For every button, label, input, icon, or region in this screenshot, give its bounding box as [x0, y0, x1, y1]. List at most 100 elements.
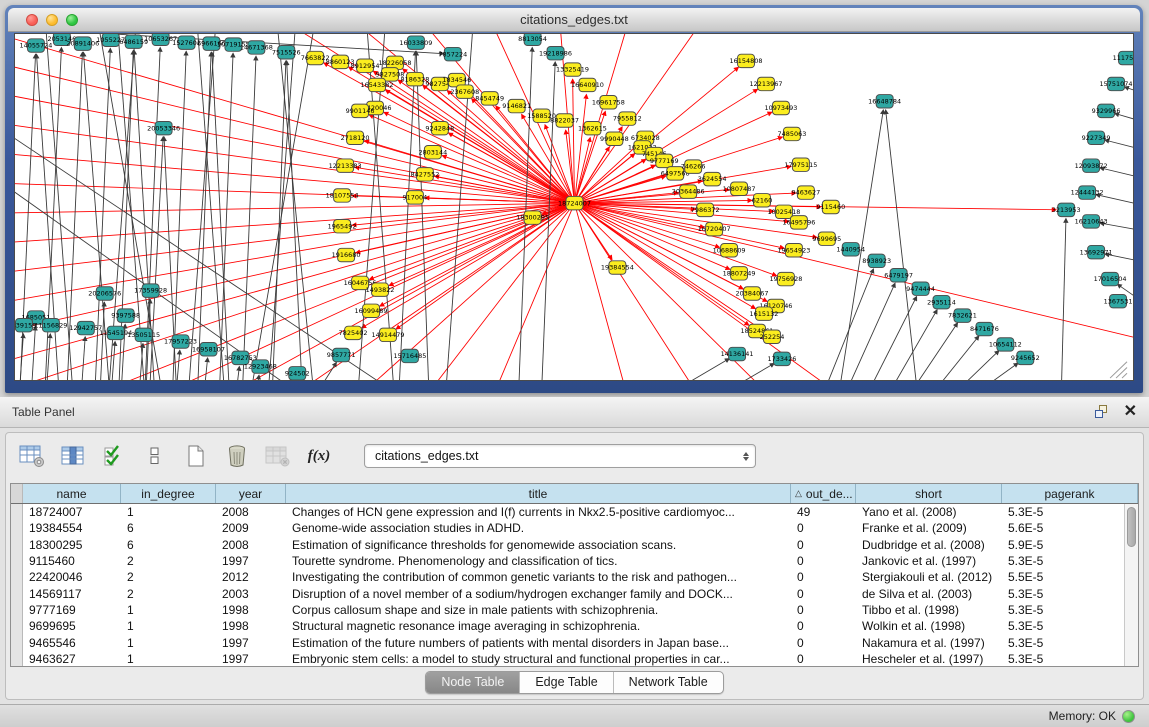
- table-row[interactable]: 946362711997Embryonic stem cells: a mode…: [11, 651, 1138, 666]
- column-header-year[interactable]: year: [216, 484, 286, 503]
- table-row[interactable]: 977716911998Corpus callosum shape and si…: [11, 602, 1138, 618]
- delete-button[interactable]: [223, 443, 251, 469]
- resize-grip[interactable]: [1116, 368, 1127, 379]
- network-node[interactable]: 9463627: [791, 186, 820, 199]
- column-header-name[interactable]: name: [23, 484, 121, 503]
- table-scrollbar-thumb[interactable]: [1127, 507, 1136, 547]
- select-attributes-button[interactable]: [100, 443, 128, 469]
- network-node[interactable]: 9397588: [111, 309, 140, 322]
- network-node[interactable]: 12093872: [1075, 159, 1108, 172]
- network-node[interactable]: 10807487: [723, 182, 756, 195]
- network-node[interactable]: 19756928: [769, 272, 802, 285]
- network-node[interactable]: 8813054: [518, 34, 547, 46]
- resize-grip[interactable]: [1122, 373, 1127, 378]
- column-header-pagerank[interactable]: pagerank: [1002, 484, 1138, 503]
- tab-node-table[interactable]: Node Table: [426, 672, 520, 693]
- network-node[interactable]: 1965492: [328, 219, 357, 232]
- network-node[interactable]: 14136141: [721, 347, 754, 360]
- table-row[interactable]: 969969511998Structural magnetic resonanc…: [11, 618, 1138, 634]
- network-node[interactable]: 16640910: [571, 78, 604, 91]
- network-node[interactable]: 9990448: [600, 132, 629, 145]
- network-node[interactable]: 16210643: [1075, 215, 1108, 228]
- network-node[interactable]: 12444132: [1071, 186, 1104, 199]
- network-node[interactable]: 9146821: [502, 99, 531, 112]
- network-node[interactable]: 19654923: [777, 244, 810, 257]
- network-node[interactable]: 1117504: [1113, 51, 1133, 64]
- table-settings-button[interactable]: [18, 443, 46, 469]
- network-node[interactable]: 9857771: [327, 348, 356, 361]
- network-node[interactable]: 7515526: [272, 46, 301, 59]
- table-scrollbar[interactable]: [1124, 504, 1138, 666]
- network-node[interactable]: 9115460: [816, 200, 845, 213]
- network-node[interactable]: 10973493: [764, 101, 797, 114]
- network-node[interactable]: 3213953: [1052, 203, 1081, 216]
- function-builder-button[interactable]: f(x): [305, 443, 333, 469]
- network-node[interactable]: 17359928: [134, 284, 167, 297]
- network-node[interactable]: 18107554: [326, 189, 359, 202]
- network-node[interactable]: 15751074: [1100, 77, 1133, 90]
- tab-network-table[interactable]: Network Table: [614, 672, 723, 693]
- network-node[interactable]: 19384554: [601, 261, 634, 274]
- network-node[interactable]: 7832621: [948, 309, 977, 322]
- network-node[interactable]: 13692971: [1080, 245, 1113, 258]
- network-node[interactable]: 9699695: [812, 232, 841, 245]
- network-node[interactable]: 20053346: [147, 121, 180, 134]
- network-node[interactable]: 16648784: [868, 95, 901, 108]
- column-header-out-degree[interactable]: △ out_de...: [791, 484, 856, 503]
- network-node[interactable]: 62160: [752, 194, 773, 207]
- network-node[interactable]: 12213383: [329, 159, 362, 172]
- network-node[interactable]: 7485063: [777, 127, 806, 140]
- tab-edge-table[interactable]: Edge Table: [520, 672, 613, 693]
- network-node[interactable]: 10654112: [989, 338, 1022, 351]
- column-header-in-degree[interactable]: in_degree: [121, 484, 216, 503]
- network-node[interactable]: 1916680: [332, 248, 361, 261]
- network-node[interactable]: 9245652: [1011, 351, 1040, 364]
- network-node[interactable]: 3624554: [698, 172, 727, 185]
- network-node[interactable]: 14914479: [372, 328, 405, 341]
- network-node[interactable]: 9227349: [1082, 131, 1111, 144]
- table-selector-dropdown[interactable]: citations_edges.txt: [364, 444, 756, 468]
- table-row[interactable]: 1456911722003Disruption of a novel membe…: [11, 585, 1138, 601]
- network-node[interactable]: 8454749: [475, 92, 504, 105]
- network-node[interactable]: 17016504: [1094, 272, 1127, 285]
- network-window-titlebar[interactable]: citations_edges.txt: [8, 8, 1140, 32]
- column-header-short[interactable]: short: [856, 484, 1002, 503]
- network-node[interactable]: 9329966: [1092, 104, 1121, 117]
- delete-table-button[interactable]: [264, 443, 292, 469]
- network-view-canvas[interactable]: 1405572420531462089140610552276486159106…: [14, 33, 1134, 381]
- table-row[interactable]: 946554611997Estimation of the future num…: [11, 634, 1138, 650]
- network-node[interactable]: 924502: [285, 367, 310, 380]
- network-node[interactable]: 19218986: [539, 46, 572, 59]
- network-node[interactable]: 1733426: [768, 352, 797, 365]
- row-options-button[interactable]: [141, 443, 169, 469]
- network-node[interactable]: 8938923: [862, 254, 891, 267]
- network-node[interactable]: 12213967: [750, 77, 783, 90]
- network-node[interactable]: 16154808: [730, 54, 763, 67]
- network-node[interactable]: 2935114: [927, 295, 956, 308]
- column-header-title[interactable]: title: [286, 484, 791, 503]
- network-node[interactable]: 16961758: [592, 96, 625, 109]
- network-node[interactable]: 9242848: [425, 121, 454, 134]
- network-node[interactable]: 917004: [403, 191, 428, 204]
- table-row[interactable]: 911546021997Tourette syndrome. Phenomeno…: [11, 553, 1138, 569]
- network-node[interactable]: 2718120: [341, 131, 370, 144]
- table-row[interactable]: 1830029562008Estimation of significance …: [11, 537, 1138, 553]
- network-node[interactable]: 20384067: [736, 287, 769, 300]
- table-row[interactable]: 2242004622012Investigating the contribut…: [11, 569, 1138, 585]
- network-node[interactable]: 746266: [681, 160, 706, 173]
- network-node[interactable]: 252254: [760, 330, 785, 343]
- network-node[interactable]: 2803144: [418, 145, 447, 158]
- show-columns-button[interactable]: [59, 443, 87, 469]
- float-panel-icon[interactable]: [1094, 404, 1110, 420]
- network-node[interactable]: 7857224: [438, 47, 467, 60]
- close-panel-icon[interactable]: ✕: [1124, 404, 1137, 420]
- network-node[interactable]: 13325419: [556, 63, 589, 76]
- table-row[interactable]: 1938455462009Genome-wide association stu…: [11, 520, 1138, 536]
- network-node[interactable]: 8471676: [970, 322, 999, 335]
- network-node[interactable]: 6479197: [884, 269, 913, 282]
- network-node[interactable]: 17975115: [784, 158, 817, 171]
- table-row[interactable]: 1872400712008Changes of HCN gene express…: [11, 504, 1138, 520]
- new-document-button[interactable]: [182, 443, 210, 469]
- network-node[interactable]: 16033809: [399, 36, 432, 49]
- network-node[interactable]: 20364486: [672, 185, 705, 198]
